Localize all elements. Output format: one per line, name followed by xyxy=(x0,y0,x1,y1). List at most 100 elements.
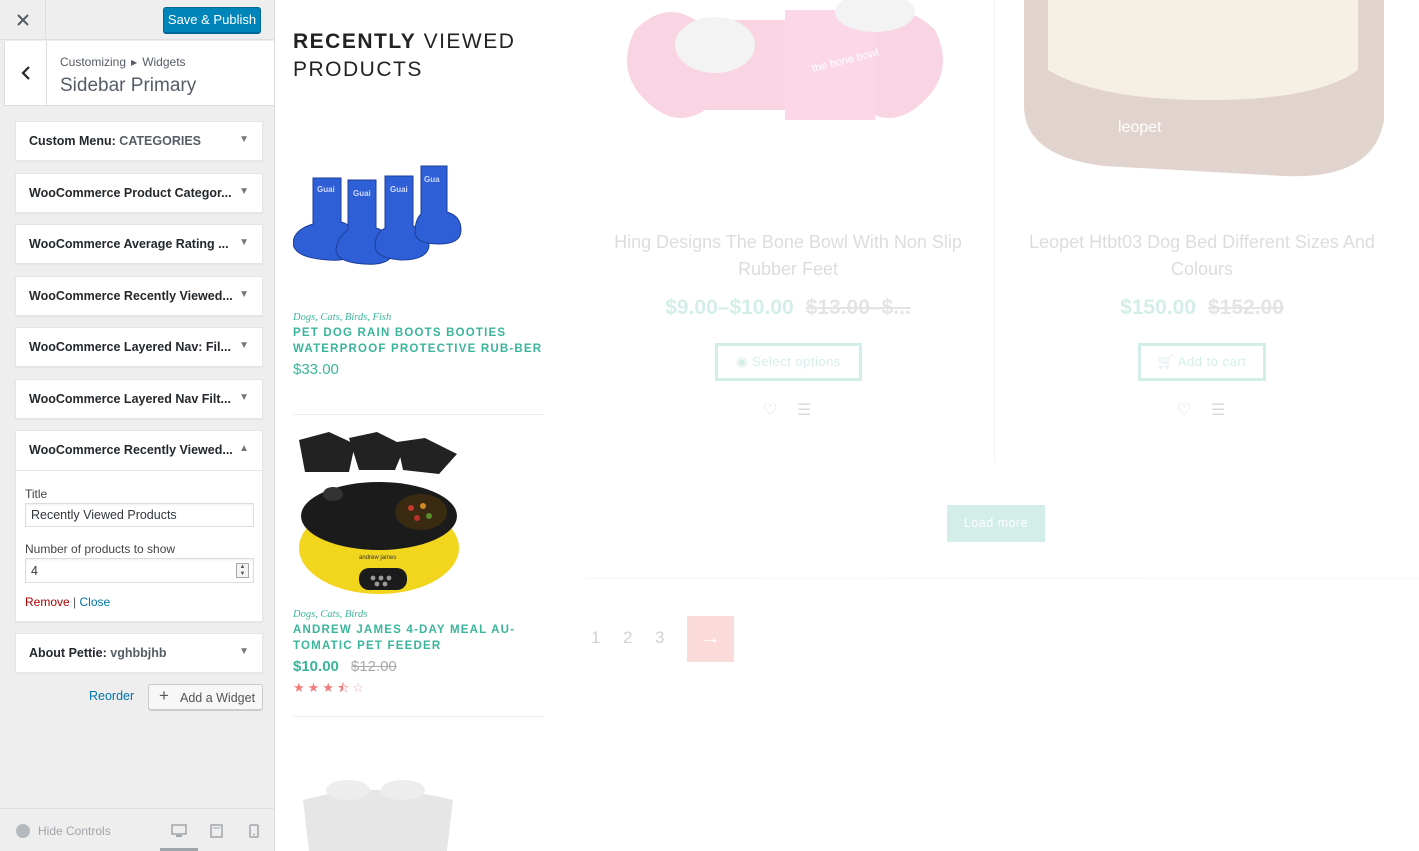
number-label: Number of products to show xyxy=(25,542,176,556)
recently-viewed-item[interactable]: Dogs, Cats, Birds, Fish PET DOG RAIN BOO… xyxy=(293,312,545,378)
customizer-header: Save & Publish xyxy=(0,0,274,40)
widget-title: WooCommerce Product Categor... xyxy=(29,186,232,200)
heart-icon[interactable]: ♡ xyxy=(1177,400,1191,420)
widget-title: WooCommerce Layered Nav Filt... xyxy=(29,392,231,406)
bone-bowl-image[interactable]: the bone bowl xyxy=(625,0,955,140)
recently-viewed-title: RECENTLY VIEWED PRODUCTS xyxy=(293,28,553,84)
product-price: $9.00–$10.00 $13.00–$... xyxy=(608,296,968,320)
widget-actions: Remove | Close xyxy=(25,595,110,609)
page-link[interactable]: 2 xyxy=(623,628,632,648)
product-price: $33.00 xyxy=(293,361,545,378)
widget-title: WooCommerce Layered Nav: Fil... xyxy=(29,340,231,354)
widget-subtitle: vghbbjhb xyxy=(110,646,167,660)
customizer-footer: Hide Controls xyxy=(0,808,274,851)
caret-down-icon[interactable]: ▼ xyxy=(239,134,249,145)
product-name[interactable]: Leopet Htbt03 Dog Bed Different Sizes An… xyxy=(1022,229,1382,283)
tablet-icon[interactable] xyxy=(210,824,223,838)
title-input[interactable] xyxy=(25,503,254,527)
caret-down-icon[interactable]: ▼ xyxy=(239,392,249,403)
widget-layered-nav-filters[interactable]: WooCommerce Layered Nav Filt... ▼ xyxy=(15,379,263,419)
product-name[interactable]: Hing Designs The Bone Bowl With Non Slip… xyxy=(608,229,968,283)
widget-title[interactable]: WooCommerce Recently Viewed... xyxy=(29,443,233,457)
recently-viewed-item[interactable]: Dogs, Cats, Birds ANDREW JAMES 4-DAY MEA… xyxy=(293,609,545,701)
mobile-icon[interactable] xyxy=(249,824,259,838)
caret-down-icon[interactable]: ▼ xyxy=(239,289,249,300)
link-separator: | xyxy=(73,595,77,609)
section-header: Customizing ▶ Widgets Sidebar Primary xyxy=(4,41,274,106)
customizer-page: Save & Publish Customizing ▶ Widgets Sideb… xyxy=(0,0,1419,851)
divider xyxy=(16,470,262,471)
eye-icon: ◉ xyxy=(736,354,753,369)
widget-recently-viewed[interactable]: WooCommerce Recently Viewed... ▼ xyxy=(15,276,263,316)
caret-down-icon[interactable]: ▼ xyxy=(239,340,249,351)
close-icon xyxy=(16,14,29,26)
caret-down-icon[interactable]: ▼ xyxy=(239,237,249,248)
price-current: $9.00–$10.00 xyxy=(665,296,794,319)
collapse-icon xyxy=(16,823,30,838)
title-bold: RECENTLY xyxy=(293,30,417,53)
caret-up-icon[interactable]: ▲ xyxy=(239,443,249,454)
price-current: $10.00 xyxy=(293,658,339,675)
back-button[interactable] xyxy=(5,41,47,105)
remove-link[interactable]: Remove xyxy=(25,595,70,609)
divider xyxy=(293,716,545,717)
title-label: Title xyxy=(25,487,48,501)
compare-icon[interactable]: ☰ xyxy=(1211,400,1225,420)
widget-title-text: Custom Menu: xyxy=(29,134,116,148)
bone-bowl-thumbnail[interactable] xyxy=(293,770,461,851)
next-page-button[interactable]: → xyxy=(687,616,734,662)
widget-title: WooCommerce Average Rating ... xyxy=(29,237,229,251)
spinner-arrows-icon[interactable]: ▲ ▼ xyxy=(236,563,249,578)
select-options-button[interactable]: ◉ Select options xyxy=(715,343,862,381)
close-link[interactable]: Close xyxy=(80,595,111,609)
close-customizer-button[interactable] xyxy=(0,0,46,40)
widget-subtitle: CATEGORIES xyxy=(119,134,202,148)
save-publish-button[interactable]: Save & Publish xyxy=(163,7,261,33)
product-name[interactable]: ANDREW JAMES 4-DAY MEAL AU-TOMATIC PET F… xyxy=(293,622,545,654)
site-preview: RECENTLY VIEWED PRODUCTS Guai Guai Guai Gua… xyxy=(275,0,1419,851)
star-half-icon: ⯪ xyxy=(336,680,353,695)
svg-text:andrew james: andrew james xyxy=(359,555,396,561)
product-name[interactable]: PET DOG RAIN BOOTS BOOTIES WATERPROOF PR… xyxy=(293,325,545,357)
shop-grid-overlay: the bone bowl leopet Hing Designs The Bo… xyxy=(585,0,1419,851)
breadcrumb-item: Widgets xyxy=(142,55,186,69)
page-link[interactable]: 1 xyxy=(591,628,600,648)
widget-average-rating[interactable]: WooCommerce Average Rating ... ▼ xyxy=(15,224,263,264)
page-link[interactable]: 3 xyxy=(655,628,664,648)
hide-controls-button[interactable]: Hide Controls xyxy=(16,823,111,839)
caret-down-icon[interactable]: ▼ xyxy=(239,186,249,197)
number-of-products-input[interactable]: 4 ▲ ▼ xyxy=(25,558,254,583)
widget-layered-nav[interactable]: WooCommerce Layered Nav: Fil... ▼ xyxy=(15,327,263,367)
svg-text:Guai: Guai xyxy=(317,185,335,194)
bed-logo-text: leopet xyxy=(1118,119,1162,136)
add-widget-button[interactable]: + Add a Widget xyxy=(148,684,263,710)
product-categories[interactable]: Dogs, Cats, Birds, Fish xyxy=(293,312,545,323)
desktop-icon[interactable] xyxy=(171,824,187,838)
yellow-pet-feeder-image[interactable]: andrew james xyxy=(293,428,461,598)
add-to-cart-button[interactable]: 🛒 Add to cart xyxy=(1138,343,1266,381)
breadcrumb: Customizing ▶ Widgets xyxy=(60,55,186,69)
reorder-link[interactable]: Reorder xyxy=(89,689,134,703)
product-price: $150.00 $152.00 xyxy=(1022,296,1382,320)
star-rating: ★★★⯪☆ xyxy=(293,679,545,701)
heart-icon[interactable]: ♡ xyxy=(763,400,777,420)
divider xyxy=(293,414,545,415)
widget-about-pettie[interactable]: About Pettie: vghbbjhb ▼ xyxy=(15,633,263,673)
load-more-button[interactable]: Load more xyxy=(947,505,1045,542)
chevron-left-icon xyxy=(20,66,30,80)
compare-icon[interactable]: ☰ xyxy=(797,400,811,420)
widget-recently-viewed-expanded: WooCommerce Recently Viewed... ▲ Title N… xyxy=(15,430,263,622)
star-full-icon: ★ xyxy=(307,680,323,695)
widget-custom-menu[interactable]: Custom Menu: CATEGORIES ▼ xyxy=(15,121,263,161)
price-current: $33.00 xyxy=(293,361,339,378)
widget-product-categories[interactable]: WooCommerce Product Categor... ▼ xyxy=(15,173,263,213)
blue-rain-boots-image[interactable]: Guai Guai Guai Gua xyxy=(293,160,463,270)
number-value: 4 xyxy=(31,564,38,578)
column-divider xyxy=(994,0,995,462)
dog-bed-image[interactable]: leopet xyxy=(1018,0,1390,180)
widget-title: About Pettie: vghbbjhb xyxy=(29,646,167,660)
product-categories[interactable]: Dogs, Cats, Birds xyxy=(293,609,545,620)
caret-down-icon[interactable]: ▼ xyxy=(239,646,249,657)
star-full-icon: ★ xyxy=(293,680,308,695)
add-widget-label: Add a Widget xyxy=(180,691,256,705)
